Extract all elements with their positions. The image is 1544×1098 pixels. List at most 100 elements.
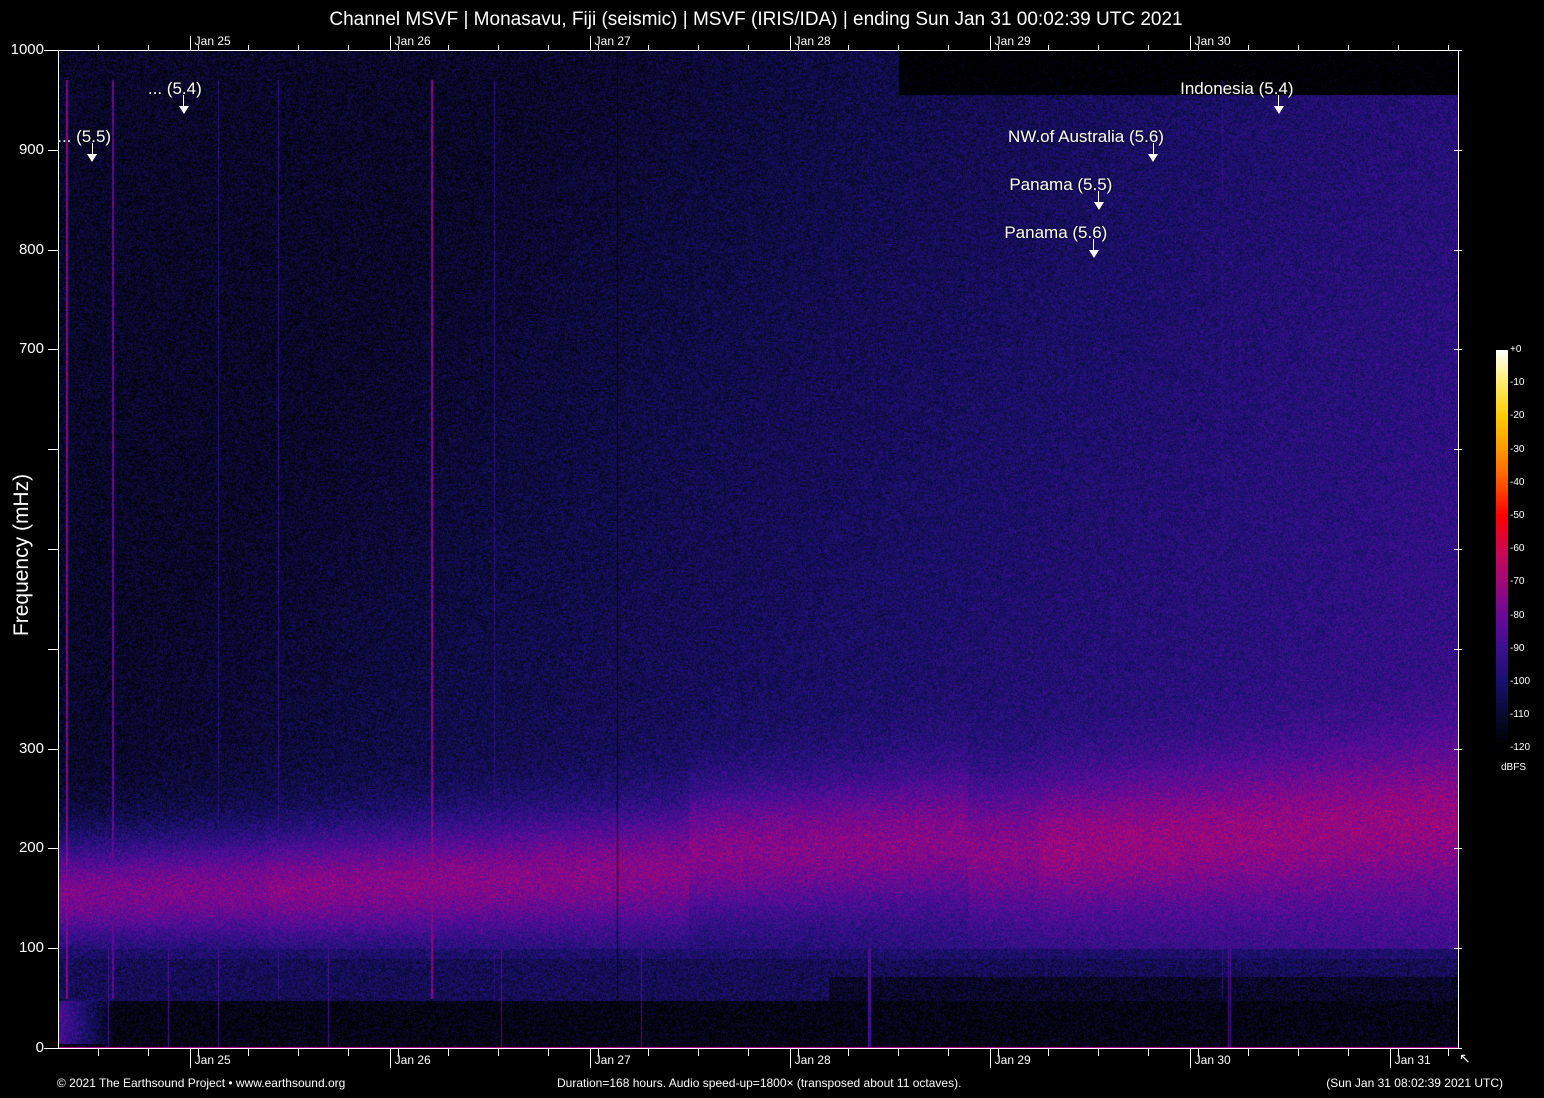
x-minor-tick-top [298, 45, 299, 50]
x-minor-tick-bottom [348, 1048, 349, 1056]
y-tick-right [1454, 649, 1462, 650]
x-tick-label-bottom: Jan 28 [795, 1053, 831, 1067]
x-minor-tick-top [1298, 45, 1299, 50]
x-minor-tick-top [748, 45, 749, 50]
x-major-tick-top [790, 36, 791, 50]
y-tick [48, 749, 58, 750]
y-tick-label: 300 [0, 740, 44, 757]
x-minor-tick-top [1098, 45, 1099, 50]
y-axis-line [58, 50, 59, 1048]
x-tick-label-top: Jan 27 [595, 34, 631, 48]
x-tick-label-bottom: Jan 26 [395, 1053, 431, 1067]
y-tick [48, 649, 58, 650]
x-minor-tick-bottom [1098, 1048, 1099, 1056]
y-tick-label: 700 [0, 340, 44, 357]
x-major-tick-bottom [190, 1048, 191, 1068]
x-major-tick-bottom [1190, 1048, 1191, 1068]
x-tick-label-top: Jan 26 [395, 34, 431, 48]
x-minor-tick-bottom [698, 1048, 699, 1056]
x-tick-label-top: Jan 29 [995, 34, 1031, 48]
x-tick-label-top: Jan 28 [795, 34, 831, 48]
x-minor-tick-bottom [848, 1048, 849, 1056]
x-minor-tick-top [848, 45, 849, 50]
footer-timestamp: (Sun Jan 31 08:02:39 2021 UTC) [1326, 1076, 1503, 1090]
x-axis-top-line [44, 50, 1458, 51]
chart-title: Channel MSVF | Monasavu, Fiji (seismic) … [0, 9, 1512, 31]
x-minor-tick-bottom [648, 1048, 649, 1056]
x-minor-tick-top [148, 45, 149, 50]
x-minor-tick-top [948, 45, 949, 50]
y-axis-title: Frequency (mHz) [10, 474, 34, 636]
spectrogram-plot [58, 50, 1458, 1048]
annotation-label: Panama (5.5) [1009, 175, 1112, 195]
colorbar [1496, 350, 1508, 748]
colorbar-tick-label: -110 [1510, 709, 1529, 720]
colorbar-tick-label: -100 [1510, 676, 1530, 687]
colorbar-tick-label: -10 [1510, 377, 1524, 388]
x-minor-tick-bottom [498, 1048, 499, 1056]
y-tick-label: 100 [0, 939, 44, 956]
y-tick [48, 449, 58, 450]
colorbar-tick-label: +0 [1510, 344, 1521, 355]
colorbar-tick-label: -40 [1510, 477, 1524, 488]
x-minor-tick-bottom [898, 1048, 899, 1056]
y-tick-right [1454, 150, 1462, 151]
x-major-tick-bottom [990, 1048, 991, 1068]
y-tick [48, 349, 58, 350]
y-tick-label: 900 [0, 141, 44, 158]
y-tick [48, 150, 58, 151]
annotation-label: ... (5.5) [57, 127, 111, 147]
x-minor-tick-top [1348, 45, 1349, 50]
x-major-tick-bottom [790, 1048, 791, 1068]
x-minor-tick-bottom [298, 1048, 299, 1056]
colorbar-tick-label: -120 [1510, 742, 1530, 753]
x-tick-label-top: Jan 30 [1195, 34, 1231, 48]
spectrogram-image [58, 50, 1458, 1048]
footer-copyright: © 2021 The Earthsound Project • www.eart… [57, 1076, 345, 1090]
colorbar-tick-label: -20 [1510, 410, 1524, 421]
x-minor-tick-top [548, 45, 549, 50]
x-minor-tick-bottom [1148, 1048, 1149, 1056]
annotation-label: Indonesia (5.4) [1180, 79, 1293, 99]
x-minor-tick-top [248, 45, 249, 50]
colorbar-tick-label: -60 [1510, 543, 1524, 554]
footer-info: Duration=168 hours. Audio speed-up=1800×… [557, 1076, 961, 1090]
x-minor-tick-top [698, 45, 699, 50]
x-minor-tick-bottom [548, 1048, 549, 1056]
x-minor-tick-top [1448, 45, 1449, 50]
x-minor-tick-bottom [1248, 1048, 1249, 1056]
annotation-label: ... (5.4) [148, 79, 202, 99]
x-minor-tick-top [1148, 45, 1149, 50]
x-minor-tick-bottom [948, 1048, 949, 1056]
y-tick-label: 200 [0, 839, 44, 856]
x-major-tick-top [1190, 36, 1191, 50]
y-tick-right [1454, 549, 1462, 550]
y-tick-right [1454, 848, 1462, 849]
x-tick-label-bottom: Jan 27 [595, 1053, 631, 1067]
x-minor-tick-top [1048, 45, 1049, 50]
x-minor-tick-bottom [248, 1048, 249, 1056]
colorbar-tick-label: -70 [1510, 576, 1524, 587]
y-tick-label: 1000 [0, 41, 44, 58]
colorbar-tick-label: -90 [1510, 643, 1524, 654]
y-tick-right [1454, 250, 1462, 251]
x-minor-tick-bottom [448, 1048, 449, 1056]
x-tick-label-bottom: Jan 30 [1195, 1053, 1231, 1067]
x-tick-label-bottom: Jan 25 [195, 1053, 231, 1067]
y-tick [48, 549, 58, 550]
x-minor-tick-bottom [1298, 1048, 1299, 1056]
y-tick-label: 800 [0, 241, 44, 258]
x-major-tick-top [590, 36, 591, 50]
y-tick-right [1454, 749, 1462, 750]
mouse-cursor-icon: ↖ [1459, 1050, 1471, 1067]
y-tick-right [1454, 349, 1462, 350]
x-major-tick-bottom [390, 1048, 391, 1068]
y-tick [48, 1048, 58, 1049]
x-minor-tick-bottom [98, 1048, 99, 1056]
x-minor-tick-bottom [1448, 1048, 1449, 1056]
annotation-label: NW.of Australia (5.6) [1008, 127, 1164, 147]
x-minor-tick-top [898, 45, 899, 50]
x-minor-tick-top [498, 45, 499, 50]
x-major-tick-top [390, 36, 391, 50]
y-tick [48, 250, 58, 251]
